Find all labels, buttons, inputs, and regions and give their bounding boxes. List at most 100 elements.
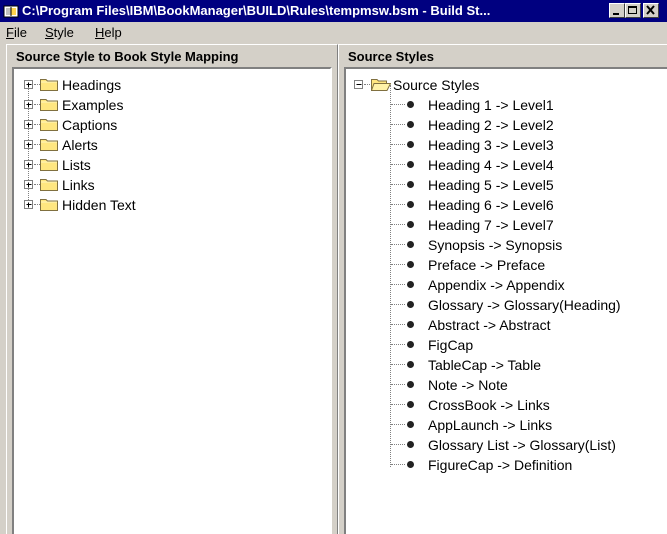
source-style-label: Heading 3 -> Level3 <box>428 137 554 153</box>
app-icon[interactable] <box>3 3 19 19</box>
folder-icon <box>40 157 58 174</box>
tree-connector <box>391 344 405 345</box>
leaf-bullet-icon <box>407 181 414 188</box>
right-panel-title: Source Styles <box>348 49 434 64</box>
source-style-item[interactable]: FigureCap -> Definition <box>346 455 664 475</box>
leaf-bullet-icon <box>407 381 414 388</box>
tree-node-label: Alerts <box>62 137 98 153</box>
expand-icon[interactable] <box>24 180 33 189</box>
source-style-item[interactable]: Appendix -> Appendix <box>346 275 664 295</box>
collapse-icon[interactable] <box>354 80 363 89</box>
source-style-label: Abstract -> Abstract <box>428 317 551 333</box>
source-style-item[interactable]: Preface -> Preface <box>346 255 664 275</box>
expand-icon[interactable] <box>24 120 33 129</box>
tree-connector <box>391 204 405 205</box>
expand-icon[interactable] <box>24 80 33 89</box>
source-style-label: Glossary -> Glossary(Heading) <box>428 297 621 313</box>
source-style-label: Heading 5 -> Level5 <box>428 177 554 193</box>
source-style-label: Synopsis -> Synopsis <box>428 237 563 253</box>
menu-bar: File Style Help <box>0 22 667 44</box>
tree-connector <box>391 164 405 165</box>
leaf-bullet-icon <box>407 281 414 288</box>
source-style-item[interactable]: Heading 4 -> Level4 <box>346 155 664 175</box>
menu-file[interactable]: File <box>6 25 27 40</box>
source-style-item[interactable]: Note -> Note <box>346 375 664 395</box>
source-style-label: Preface -> Preface <box>428 257 546 273</box>
tree-connector <box>391 424 405 425</box>
source-style-item[interactable]: Glossary -> Glossary(Heading) <box>346 295 664 315</box>
tree-node[interactable]: Lists <box>14 155 314 175</box>
source-style-label: Heading 4 -> Level4 <box>428 157 554 173</box>
leaf-bullet-icon <box>407 101 414 108</box>
tree-node-label: Lists <box>62 157 91 173</box>
source-style-item[interactable]: Heading 2 -> Level2 <box>346 115 664 135</box>
tree-node[interactable]: Links <box>14 175 314 195</box>
source-style-item[interactable]: Heading 6 -> Level6 <box>346 195 664 215</box>
source-style-item[interactable]: FigCap <box>346 335 664 355</box>
folder-icon <box>40 177 58 194</box>
source-style-label: FigCap <box>428 337 474 353</box>
source-style-item[interactable]: Glossary List -> Glossary(List) <box>346 435 664 455</box>
tree-connector <box>364 84 370 85</box>
tree-connector <box>391 104 405 105</box>
tree-node[interactable]: Captions <box>14 115 314 135</box>
tree-node[interactable]: Hidden Text <box>14 195 314 215</box>
expand-icon[interactable] <box>24 200 33 209</box>
tree-node-label: Hidden Text <box>62 197 136 213</box>
leaf-bullet-icon <box>407 441 414 448</box>
menu-file-post: ile <box>13 25 27 40</box>
tree-node[interactable]: Examples <box>14 95 314 115</box>
left-panel-title: Source Style to Book Style Mapping <box>16 49 239 64</box>
source-style-label: Heading 7 -> Level7 <box>428 217 554 233</box>
title-bar[interactable]: C:\Program Files\IBM\BookManager\BUILD\R… <box>0 0 667 22</box>
source-style-item[interactable]: CrossBook -> Links <box>346 395 664 415</box>
folder-icon <box>40 97 58 114</box>
tree-node[interactable]: Alerts <box>14 135 314 155</box>
tree-connector <box>391 144 405 145</box>
tree-node[interactable]: Headings <box>14 75 314 95</box>
window-title: C:\Program Files\IBM\BookManager\BUILD\R… <box>22 3 491 18</box>
menu-help[interactable]: Help <box>95 25 122 40</box>
folder-icon <box>40 117 58 134</box>
source-style-label: Heading 2 -> Level2 <box>428 117 554 133</box>
source-style-label: Appendix -> Appendix <box>428 277 565 293</box>
tree-connector <box>391 304 405 305</box>
source-styles-tree[interactable]: Source Styles Heading 1 -> Level1 Heading … <box>344 67 667 534</box>
close-button[interactable] <box>643 3 659 18</box>
expand-icon[interactable] <box>24 160 33 169</box>
source-style-item[interactable]: Heading 3 -> Level3 <box>346 135 664 155</box>
folder-icon <box>40 197 58 214</box>
source-style-label: FigureCap -> Definition <box>428 457 573 473</box>
leaf-bullet-icon <box>407 461 414 468</box>
expand-icon[interactable] <box>24 140 33 149</box>
tree-connector <box>391 284 405 285</box>
menu-style-accel: S <box>45 25 54 40</box>
leaf-bullet-icon <box>407 221 414 228</box>
folder-icon <box>40 137 58 154</box>
maximize-button[interactable] <box>625 3 641 18</box>
tree-connector <box>391 464 405 465</box>
source-style-label: Note -> Note <box>428 377 508 393</box>
menu-help-post: elp <box>104 25 122 40</box>
tree-connector <box>391 264 405 265</box>
tree-connector <box>391 124 405 125</box>
source-style-item[interactable]: AppLaunch -> Links <box>346 415 664 435</box>
tree-connector <box>391 444 405 445</box>
source-style-item[interactable]: Abstract -> Abstract <box>346 315 664 335</box>
source-style-item[interactable]: Heading 5 -> Level5 <box>346 175 664 195</box>
source-style-item[interactable]: TableCap -> Table <box>346 355 664 375</box>
tree-node-label: Headings <box>62 77 122 93</box>
source-style-item[interactable]: Heading 1 -> Level1 <box>346 95 664 115</box>
leaf-bullet-icon <box>407 401 414 408</box>
menu-style[interactable]: Style <box>45 25 74 40</box>
open-folder-icon <box>370 77 392 94</box>
style-mapping-tree[interactable]: Headings Examples Captions Alerts Lists Links… <box>12 67 332 534</box>
tree-connector <box>391 184 405 185</box>
minimize-button[interactable] <box>609 3 625 18</box>
source-style-item[interactable]: Heading 7 -> Level7 <box>346 215 664 235</box>
leaf-bullet-icon <box>407 261 414 268</box>
menu-style-post: tyle <box>53 25 74 40</box>
tree-root-node[interactable]: Source Styles <box>346 75 646 95</box>
expand-icon[interactable] <box>24 100 33 109</box>
source-style-item[interactable]: Synopsis -> Synopsis <box>346 235 664 255</box>
